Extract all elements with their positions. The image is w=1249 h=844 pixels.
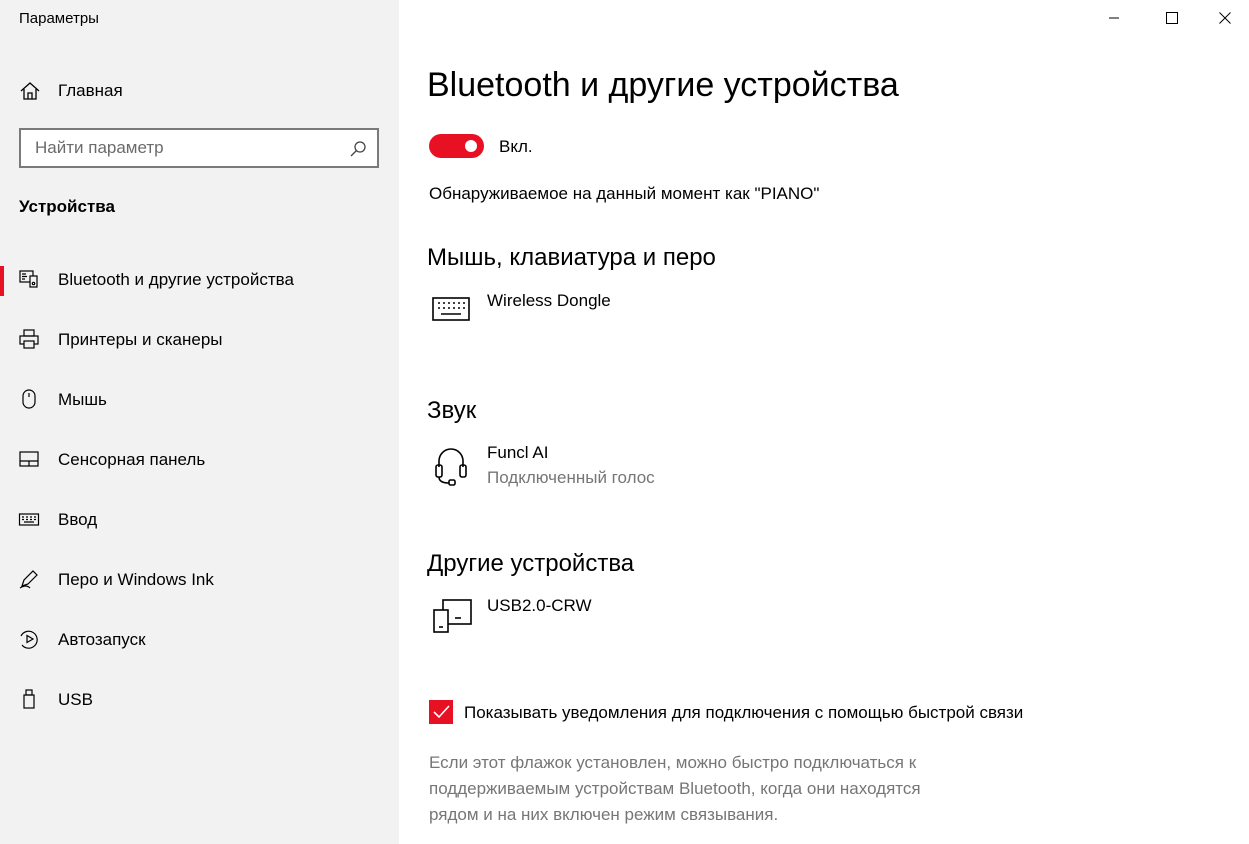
sidebar-item-usb[interactable]: USB [0, 670, 399, 730]
sidebar-item-touchpad[interactable]: Сенсорная панель [0, 430, 399, 490]
device-item-usb2-crw[interactable]: USB2.0-CRW [429, 596, 879, 656]
group-title-audio: Звук [427, 397, 477, 424]
discoverable-text: Обнаруживаемое на данный момент как "PIA… [429, 184, 820, 203]
touchpad-icon [19, 451, 39, 467]
search-input[interactable] [21, 130, 341, 166]
sidebar-item-label: Bluetooth и другие устройства [58, 270, 294, 289]
sidebar-item-label: Ввод [58, 510, 98, 529]
sidebar-item-label: Автозапуск [58, 630, 146, 649]
maximize-button[interactable] [1148, 0, 1196, 36]
sidebar-item-typing[interactable]: Ввод [0, 490, 399, 550]
sidebar-item-printers[interactable]: Принтеры и сканеры [0, 310, 399, 370]
device-status: Подключенный голос [487, 468, 655, 487]
close-button[interactable] [1201, 0, 1249, 36]
usb-icon [23, 689, 35, 709]
bluetooth-toggle[interactable] [429, 134, 484, 158]
sidebar-item-bluetooth[interactable]: Bluetooth и другие устройства [0, 250, 399, 310]
bluetooth-devices-icon [19, 270, 38, 288]
group-title-other-devices: Другие устройства [427, 550, 635, 577]
swift-pair-checkbox[interactable] [429, 700, 453, 724]
sidebar-item-autoplay[interactable]: Автозапуск [0, 610, 399, 670]
headset-icon [435, 448, 467, 486]
page-title: Bluetooth и другие устройства [427, 66, 899, 104]
device-name: Wireless Dongle [487, 291, 611, 310]
toggle-label: Вкл. [499, 137, 533, 156]
keyboard-icon [18, 513, 40, 526]
home-icon [20, 82, 40, 100]
section-label: Устройства [19, 197, 115, 216]
pen-icon [19, 570, 38, 589]
sidebar-item-label: Принтеры и сканеры [58, 330, 223, 349]
device-name: USB2.0-CRW [487, 596, 592, 615]
device-name: Funcl AI [487, 443, 549, 462]
home-link[interactable]: Главная [0, 72, 399, 108]
minimize-button[interactable] [1090, 0, 1138, 36]
mouse-icon [22, 389, 36, 409]
device-item-funcl-ai[interactable]: Funcl AI Подключенный голос [429, 443, 879, 503]
sidebar-item-label: Мышь [58, 390, 107, 409]
sidebar-item-label: USB [58, 690, 93, 709]
sidebar-item-mouse[interactable]: Мышь [0, 370, 399, 430]
search-box[interactable] [19, 128, 379, 168]
swift-pair-description: Если этот флажок установлен, можно быстр… [429, 753, 921, 824]
search-icon[interactable] [349, 140, 367, 158]
sidebar-item-label: Перо и Windows Ink [58, 570, 214, 589]
printer-icon [19, 329, 39, 349]
maximize-icon [1166, 12, 1178, 24]
sidebar-item-pen[interactable]: Перо и Windows Ink [0, 550, 399, 610]
device-item-wireless-dongle[interactable]: Wireless Dongle [429, 290, 879, 350]
generic-device-icon [433, 599, 472, 633]
swift-pair-label[interactable]: Показывать уведомления для подключения с… [464, 701, 1024, 725]
keyboard-icon [432, 297, 470, 321]
close-icon [1219, 12, 1231, 24]
sidebar-item-label: Сенсорная панель [58, 450, 206, 469]
minimize-icon [1109, 17, 1119, 19]
home-label: Главная [58, 81, 123, 100]
toggle-knob [465, 140, 477, 152]
app-title: Параметры [19, 10, 99, 27]
autoplay-icon [20, 630, 38, 649]
sidebar-nav: Bluetooth и другие устройства Принтеры и… [0, 250, 399, 730]
group-title-input-devices: Мышь, клавиатура и перо [427, 244, 716, 271]
checkmark-icon [433, 705, 450, 719]
sidebar: Параметры Главная Устройства Bluetooth и… [0, 0, 399, 844]
